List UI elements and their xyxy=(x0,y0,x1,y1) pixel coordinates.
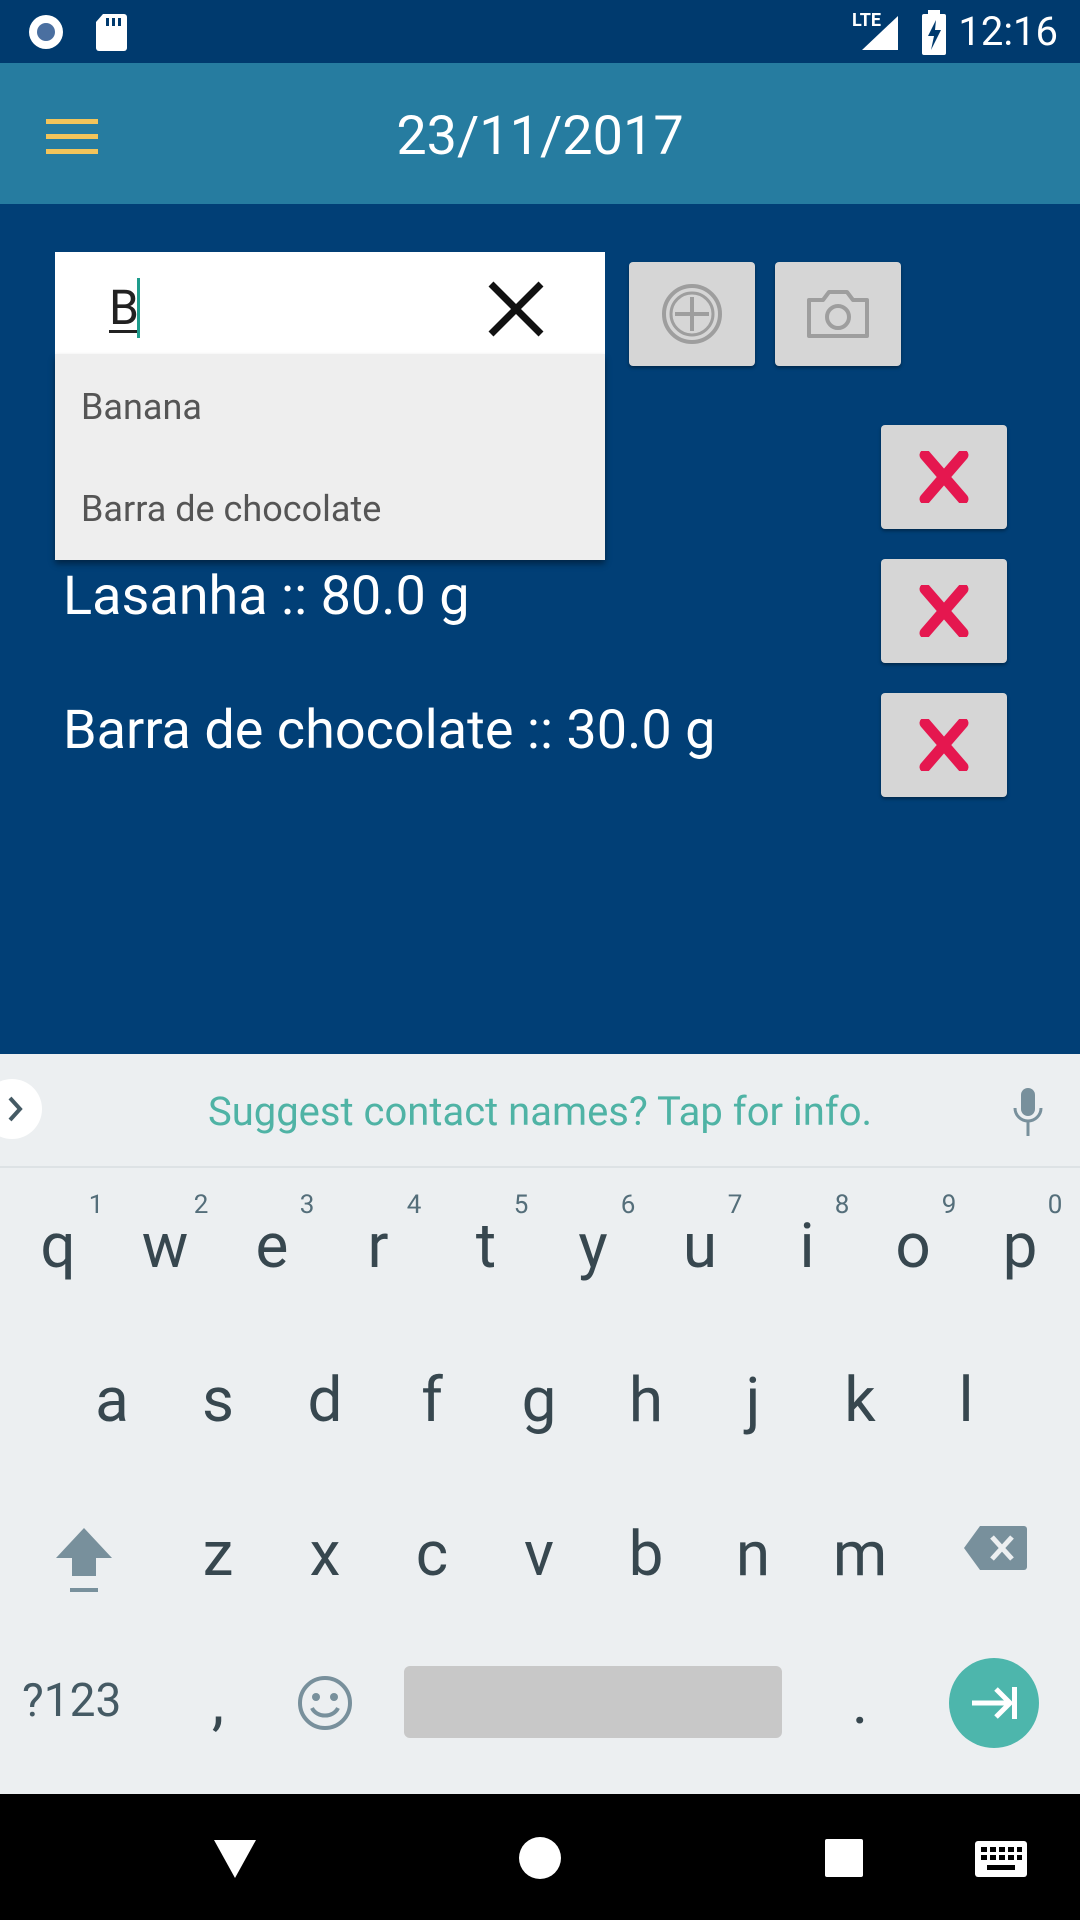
list-item: Lasanha :: 80.0 g xyxy=(63,565,470,628)
home-icon[interactable] xyxy=(518,1836,562,1880)
key-a[interactable]: a xyxy=(72,1364,152,1437)
signal-icon xyxy=(862,16,898,50)
key-t[interactable]: t xyxy=(446,1210,526,1283)
add-circle-icon xyxy=(662,284,722,344)
key-n[interactable]: n xyxy=(713,1518,793,1591)
key-l[interactable]: l xyxy=(926,1364,1006,1437)
key-i[interactable]: i xyxy=(767,1210,847,1283)
status-time: 12:16 xyxy=(958,8,1058,55)
record-icon xyxy=(29,15,63,49)
key-period[interactable]: . xyxy=(820,1666,900,1739)
recents-icon[interactable] xyxy=(824,1838,864,1878)
camera-icon xyxy=(807,290,869,338)
list-item: Barra de chocolate :: 30.0 g xyxy=(63,699,716,762)
page-title: 23/11/2017 xyxy=(396,105,684,168)
key-s[interactable]: s xyxy=(178,1364,258,1437)
back-icon[interactable] xyxy=(212,1838,258,1880)
key-o[interactable]: o xyxy=(873,1210,953,1283)
key-d[interactable]: d xyxy=(285,1364,365,1437)
key-z[interactable]: z xyxy=(178,1518,258,1591)
key-f[interactable]: f xyxy=(392,1364,472,1437)
delete-button[interactable] xyxy=(881,693,1007,797)
key-b[interactable]: b xyxy=(606,1518,686,1591)
delete-x-icon xyxy=(919,719,969,771)
toolbar: 23/11/2017 xyxy=(0,63,1080,204)
camera-button[interactable] xyxy=(775,262,901,366)
text-caret xyxy=(137,278,140,338)
suggestion-item[interactable]: Barra de chocolate xyxy=(81,488,381,530)
autocomplete-dropdown: Banana Barra de chocolate xyxy=(55,354,605,560)
delete-button[interactable] xyxy=(881,425,1007,529)
clear-icon[interactable] xyxy=(487,280,545,338)
key-w[interactable]: w xyxy=(125,1210,205,1283)
search-input[interactable]: B xyxy=(55,252,605,354)
key-c[interactable]: c xyxy=(392,1518,472,1591)
key-j[interactable]: j xyxy=(713,1364,793,1437)
delete-x-icon xyxy=(919,585,969,637)
key-x[interactable]: x xyxy=(285,1518,365,1591)
symbols-key[interactable]: ?123 xyxy=(22,1674,121,1728)
microphone-icon[interactable] xyxy=(1008,1086,1048,1142)
backspace-icon[interactable] xyxy=(962,1524,1028,1572)
search-input-value: B xyxy=(109,279,139,336)
navigation-bar xyxy=(0,1794,1080,1920)
shift-icon[interactable] xyxy=(52,1524,116,1596)
keyboard-switch-icon[interactable] xyxy=(974,1840,1028,1878)
spacebar[interactable] xyxy=(404,1666,782,1738)
key-k[interactable]: k xyxy=(820,1364,900,1437)
key-v[interactable]: v xyxy=(499,1518,579,1591)
key-comma[interactable]: , xyxy=(178,1666,258,1739)
key-y[interactable]: y xyxy=(553,1210,633,1283)
key-r[interactable]: r xyxy=(338,1210,418,1283)
enter-next-icon[interactable] xyxy=(948,1657,1040,1749)
suggestion-item[interactable]: Banana xyxy=(81,386,202,428)
delete-x-icon xyxy=(919,451,969,503)
delete-button[interactable] xyxy=(881,559,1007,663)
contact-suggestion-prompt[interactable]: Suggest contact names? Tap for info. xyxy=(0,1088,1080,1135)
key-q[interactable]: q xyxy=(18,1210,98,1283)
key-e[interactable]: e xyxy=(232,1210,312,1283)
battery-charging-icon xyxy=(922,10,946,55)
emoji-icon[interactable] xyxy=(296,1674,354,1732)
key-g[interactable]: g xyxy=(499,1364,579,1437)
key-h[interactable]: h xyxy=(606,1364,686,1437)
sd-card-icon xyxy=(96,14,127,51)
keyboard-suggestion-bar: Suggest contact names? Tap for info. xyxy=(0,1054,1080,1168)
key-p[interactable]: p xyxy=(980,1210,1060,1283)
add-button[interactable] xyxy=(629,262,755,366)
key-u[interactable]: u xyxy=(660,1210,740,1283)
key-m[interactable]: m xyxy=(820,1518,900,1591)
status-bar: LTE 12:16 xyxy=(0,0,1080,63)
